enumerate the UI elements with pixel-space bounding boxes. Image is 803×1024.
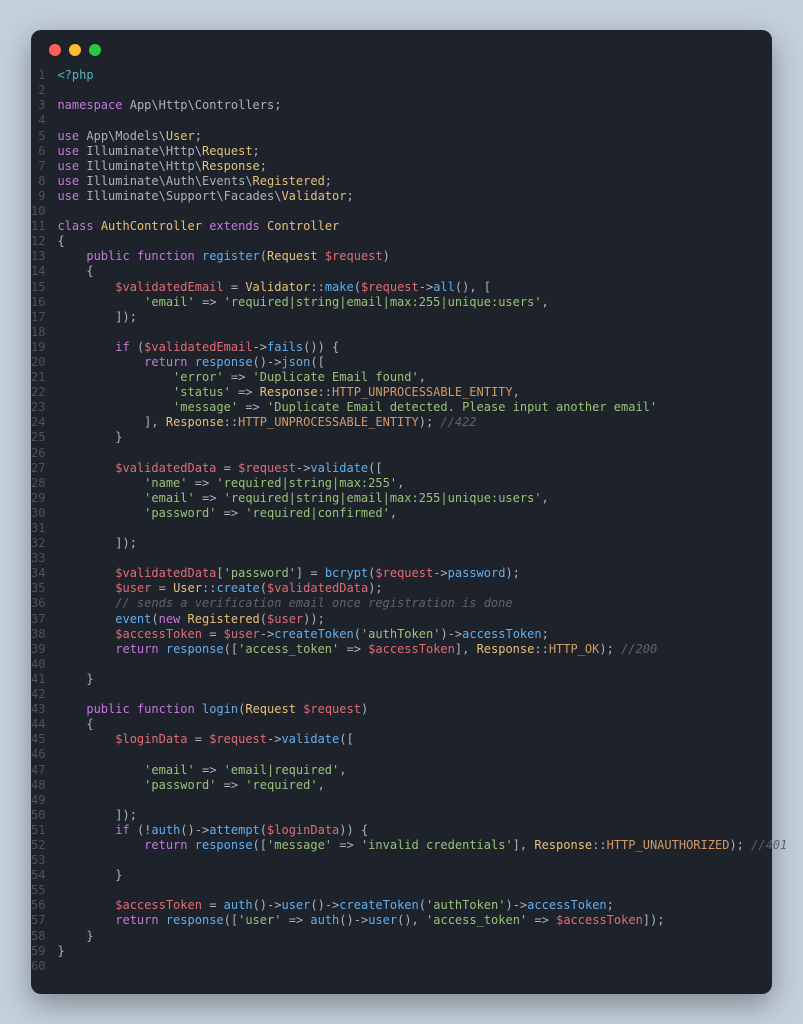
- line-number: 50: [31, 808, 45, 823]
- minimize-icon[interactable]: [69, 44, 81, 56]
- line-number: 38: [31, 627, 45, 642]
- kw-namespace: namespace: [57, 98, 122, 112]
- line-number-gutter: 1234567891011121314151617181920212223242…: [31, 68, 57, 974]
- line-number: 49: [31, 793, 45, 808]
- line-number: 51: [31, 823, 45, 838]
- line-number: 30: [31, 506, 45, 521]
- window-titlebar: [31, 44, 772, 68]
- line-number: 37: [31, 612, 45, 627]
- source-code[interactable]: <?php namespace App\Http\Controllers; us…: [57, 68, 787, 974]
- line-number: 34: [31, 566, 45, 581]
- code-area: 1234567891011121314151617181920212223242…: [31, 68, 772, 974]
- line-number: 11: [31, 219, 45, 234]
- line-number: 32: [31, 536, 45, 551]
- namespace-path: App\Http\Controllers: [130, 98, 275, 112]
- line-number: 17: [31, 310, 45, 325]
- line-number: 12: [31, 234, 45, 249]
- line-number: 28: [31, 476, 45, 491]
- line-number: 41: [31, 672, 45, 687]
- line-number: 22: [31, 385, 45, 400]
- line-number: 56: [31, 898, 45, 913]
- line-number: 16: [31, 295, 45, 310]
- line-number: 57: [31, 913, 45, 928]
- editor-window: 1234567891011121314151617181920212223242…: [31, 30, 772, 994]
- php-open-tag: <?php: [57, 68, 93, 82]
- line-number: 35: [31, 581, 45, 596]
- line-number: 19: [31, 340, 45, 355]
- line-number: 33: [31, 551, 45, 566]
- line-number: 54: [31, 868, 45, 883]
- line-number: 13: [31, 249, 45, 264]
- fn-register: register: [202, 249, 260, 263]
- line-number: 5: [31, 129, 45, 144]
- line-number: 3: [31, 98, 45, 113]
- line-number: 58: [31, 929, 45, 944]
- line-number: 59: [31, 944, 45, 959]
- line-number: 47: [31, 763, 45, 778]
- class-name: AuthController: [101, 219, 202, 233]
- line-number: 45: [31, 732, 45, 747]
- kw-class: class: [57, 219, 93, 233]
- line-number: 42: [31, 687, 45, 702]
- line-number: 55: [31, 883, 45, 898]
- line-number: 18: [31, 325, 45, 340]
- line-number: 25: [31, 430, 45, 445]
- comment: // sends a verification email once regis…: [115, 596, 512, 610]
- line-number: 48: [31, 778, 45, 793]
- line-number: 14: [31, 264, 45, 279]
- line-number: 26: [31, 446, 45, 461]
- line-number: 60: [31, 959, 45, 974]
- line-number: 8: [31, 174, 45, 189]
- line-number: 23: [31, 400, 45, 415]
- line-number: 2: [31, 83, 45, 98]
- line-number: 20: [31, 355, 45, 370]
- line-number: 10: [31, 204, 45, 219]
- line-number: 6: [31, 144, 45, 159]
- line-number: 4: [31, 113, 45, 128]
- line-number: 46: [31, 747, 45, 762]
- line-number: 53: [31, 853, 45, 868]
- line-number: 27: [31, 461, 45, 476]
- fn-login: login: [202, 702, 238, 716]
- line-number: 24: [31, 415, 45, 430]
- line-number: 52: [31, 838, 45, 853]
- line-number: 21: [31, 370, 45, 385]
- line-number: 15: [31, 280, 45, 295]
- line-number: 31: [31, 521, 45, 536]
- line-number: 9: [31, 189, 45, 204]
- line-number: 29: [31, 491, 45, 506]
- line-number: 43: [31, 702, 45, 717]
- line-number: 44: [31, 717, 45, 732]
- line-number: 36: [31, 596, 45, 611]
- line-number: 1: [31, 68, 45, 83]
- close-icon[interactable]: [49, 44, 61, 56]
- line-number: 40: [31, 657, 45, 672]
- zoom-icon[interactable]: [89, 44, 101, 56]
- kw-use: use: [57, 129, 79, 143]
- line-number: 7: [31, 159, 45, 174]
- line-number: 39: [31, 642, 45, 657]
